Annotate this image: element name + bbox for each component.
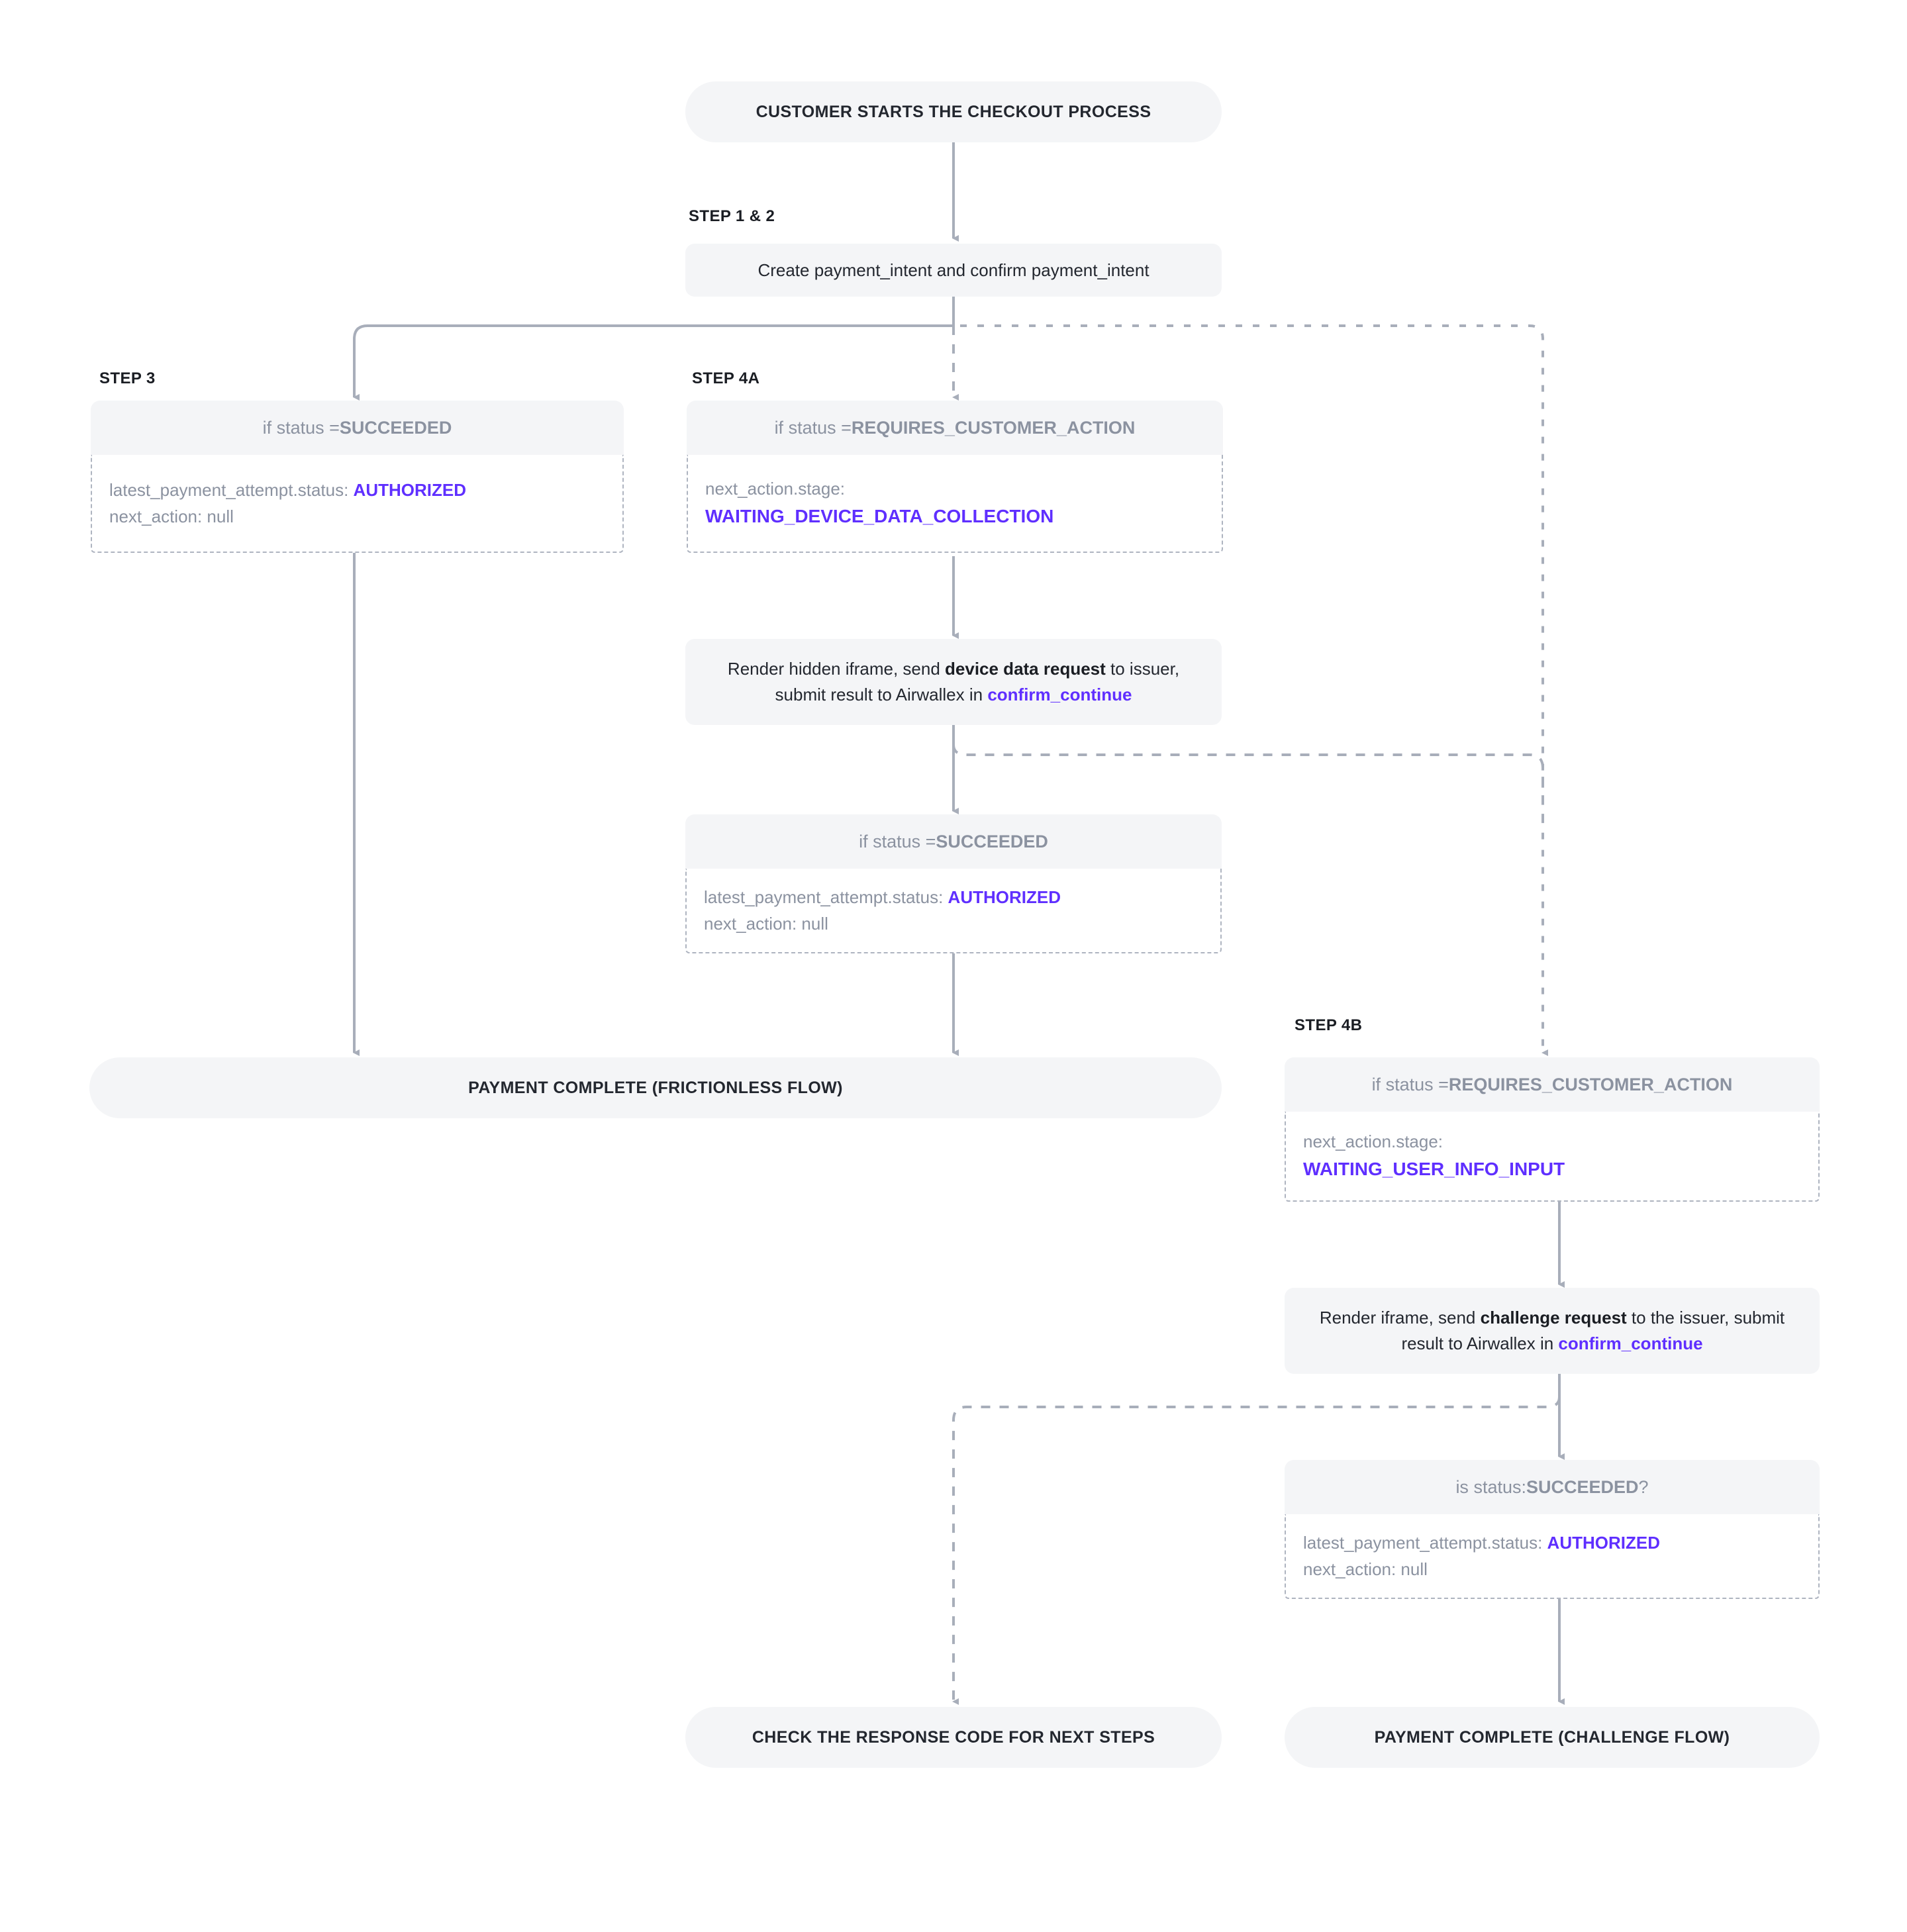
step4a-line-1-key: next_action.stage: [705,479,846,499]
step4a-succ-prefix: if status = [859,831,936,851]
node-check-response-code: CHECK THE RESPONSE CODE FOR NEXT STEPS [685,1707,1222,1768]
node-step4b-succeeded-header: is status: SUCCEEDED ? [1285,1460,1820,1514]
step4b-succ-status: SUCCEEDED [1526,1476,1639,1497]
node-start: CUSTOMER STARTS THE CHECKOUT PROCESS [685,81,1222,142]
node-payment-complete-challenge: PAYMENT COMPLETE (CHALLENGE FLOW) [1285,1707,1820,1768]
node-step3-condition-body: latest_payment_attempt.status: AUTHORIZE… [91,455,624,553]
node-step3-condition-header: if status = SUCCEEDED [91,401,624,455]
step3-cond-status: SUCCEEDED [339,417,452,438]
step4b-cond-prefix: if status = [1371,1074,1449,1094]
node-start-label: CUSTOMER STARTS THE CHECKOUT PROCESS [756,102,1151,121]
challenge-complete-label: PAYMENT COMPLETE (CHALLENGE FLOW) [1374,1727,1730,1747]
step4a-action-p1: Render hidden iframe, send [727,659,946,679]
node-create-payment-intent: Create payment_intent and confirm paymen… [685,244,1222,297]
step4a-action-text: Render hidden iframe, send device data r… [708,656,1199,708]
step4a-line-1-value: WAITING_DEVICE_DATA_COLLECTION [705,506,1054,527]
step4b-succ-suffix: ? [1638,1476,1649,1497]
step4a-cond-prefix: if status = [774,417,852,438]
step4b-action-p1: Render iframe, send [1319,1308,1481,1328]
node-payment-complete-frictionless: PAYMENT COMPLETE (FRICTIONLESS FLOW) [89,1057,1222,1118]
step3-line-1: latest_payment_attempt.status: AUTHORIZE… [109,477,605,503]
step-label-4b: STEP 4B [1295,1016,1363,1034]
node-step4b-action: Render iframe, send challenge request to… [1285,1288,1820,1374]
step4b-action-text: Render iframe, send challenge request to… [1307,1305,1797,1357]
node-step4a-condition-header: if status = REQUIRES_CUSTOMER_ACTION [687,401,1223,455]
frictionless-label: PAYMENT COMPLETE (FRICTIONLESS FLOW) [468,1078,843,1097]
step4b-action-b1: challenge request [1480,1308,1627,1328]
step4a-succ-line-1-value: AUTHORIZED [948,887,1061,907]
node-step4b-condition-header: if status = REQUIRES_CUSTOMER_ACTION [1285,1057,1820,1112]
step4a-action-b1: device data request [945,659,1106,679]
step3-line-1-value: AUTHORIZED [353,479,466,500]
step4b-succ-line-1-key: latest_payment_attempt.status: [1303,1532,1547,1553]
step3-line-1-key: latest_payment_attempt.status: [109,479,354,500]
node-create-payment-intent-label: Create payment_intent and confirm paymen… [758,260,1149,280]
step4b-cond-status: REQUIRES_CUSTOMER_ACTION [1448,1074,1733,1094]
node-step4a-succeeded-body: latest_payment_attempt.status: AUTHORIZE… [685,869,1222,953]
node-step4a-succeeded-header: if status = SUCCEEDED [685,814,1222,869]
step4b-succ-prefix: is status: [1455,1476,1526,1497]
edge-split-left [353,324,954,401]
step3-line-2: next_action: null [109,507,234,526]
node-step4a-condition-body: next_action.stage: WAITING_DEVICE_DATA_C… [687,455,1223,553]
step4b-line-1-value: WAITING_USER_INFO_INPUT [1303,1159,1565,1180]
step4a-succ-status: SUCCEEDED [936,831,1048,851]
step4b-action-h1: confirm_continue [1558,1333,1703,1353]
step-label-4a: STEP 4A [692,369,760,387]
step4b-succ-line-2: next_action: null [1303,1559,1428,1579]
step4a-succ-line-1: latest_payment_attempt.status: AUTHORIZE… [704,884,1203,910]
check-response-label: CHECK THE RESPONSE CODE FOR NEXT STEPS [752,1727,1155,1747]
step4a-cond-status: REQUIRES_CUSTOMER_ACTION [851,417,1136,438]
node-step4b-condition-body: next_action.stage: WAITING_USER_INFO_INP… [1285,1112,1820,1202]
step4b-line-1-key: next_action.stage: [1303,1132,1443,1152]
step4a-action-h1: confirm_continue [987,685,1132,704]
step4b-succ-line-1: latest_payment_attempt.status: AUTHORIZE… [1303,1529,1801,1556]
step-label-3: STEP 3 [99,369,156,387]
step3-cond-prefix: if status = [262,417,340,438]
node-step4b-succeeded-body: latest_payment_attempt.status: AUTHORIZE… [1285,1514,1820,1599]
node-step4a-action: Render hidden iframe, send device data r… [685,639,1222,725]
step-label-1-2: STEP 1 & 2 [689,207,775,225]
step4b-succ-line-1-value: AUTHORIZED [1547,1532,1660,1553]
step4a-succ-line-2: next_action: null [704,914,828,934]
step4a-succ-line-1-key: latest_payment_attempt.status: [704,887,948,907]
diagram-canvas: STEP 1 & 2 STEP 3 STEP 4A STEP 4B CUSTOM… [0,0,1907,1932]
